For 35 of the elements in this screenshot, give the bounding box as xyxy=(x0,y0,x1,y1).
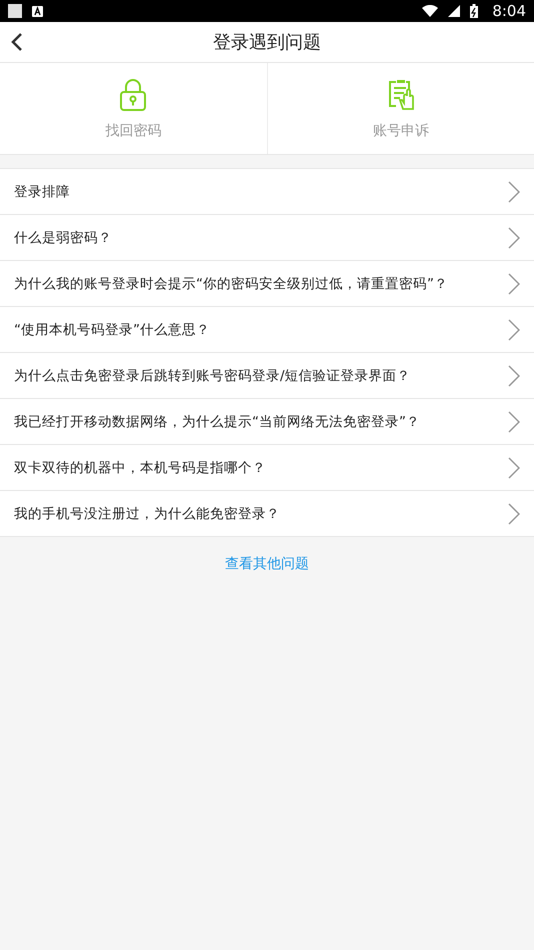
question-text: 我已经打开移动数据网络，为什么提示“当前网络无法免密登录”？ xyxy=(14,412,420,430)
action-label: 账号申诉 xyxy=(372,122,429,140)
question-text: 为什么我的账号登录时会提示“你的密码安全级别过低，请重置密码”？ xyxy=(14,274,448,292)
action-label: 找回密码 xyxy=(105,122,162,140)
question-text: “使用本机号码登录”什么意思？ xyxy=(14,320,210,338)
chevron-icon xyxy=(508,180,520,202)
battery-icon xyxy=(470,4,478,18)
question-row[interactable]: 登录排障 xyxy=(0,169,534,215)
question-text: 双卡双待的机器中，本机号码是指哪个？ xyxy=(14,458,266,476)
chevron-icon xyxy=(508,364,520,386)
chevron-icon xyxy=(508,272,520,294)
question-row[interactable]: 我已经打开移动数据网络，为什么提示“当前网络无法免密登录”？ xyxy=(0,399,534,445)
question-text: 为什么点击免密登录后跳转到账号密码登录/短信验证登录界面？ xyxy=(14,366,411,384)
question-text: 登录排障 xyxy=(14,182,70,200)
keyboard-icon xyxy=(32,6,43,16)
question-row[interactable]: 双卡双待的机器中，本机号码是指哪个？ xyxy=(0,445,534,491)
back-icon[interactable] xyxy=(10,32,24,52)
status-time: 8:04 xyxy=(492,2,526,20)
chevron-icon xyxy=(508,410,520,432)
lock-icon xyxy=(118,78,148,112)
page-title: 登录遇到问题 xyxy=(213,31,321,54)
chevron-icon xyxy=(508,318,520,340)
question-row[interactable]: “使用本机号码登录”什么意思？ xyxy=(0,307,534,353)
question-row[interactable]: 我的手机号没注册过，为什么能免密登录？ xyxy=(0,491,534,537)
question-text: 我的手机号没注册过，为什么能免密登录？ xyxy=(14,504,280,522)
question-row[interactable]: 为什么我的账号登录时会提示“你的密码安全级别过低，请重置密码”？ xyxy=(0,261,534,307)
signal-icon xyxy=(448,5,460,17)
wifi-icon xyxy=(422,5,438,17)
question-row[interactable]: 为什么点击免密登录后跳转到账号密码登录/短信验证登录界面？ xyxy=(0,353,534,399)
chevron-icon xyxy=(508,456,520,478)
chevron-icon xyxy=(508,502,520,524)
question-row[interactable]: 什么是弱密码？ xyxy=(0,215,534,261)
notification-icon xyxy=(8,4,22,18)
question-text: 什么是弱密码？ xyxy=(14,228,112,246)
chevron-icon xyxy=(508,226,520,248)
